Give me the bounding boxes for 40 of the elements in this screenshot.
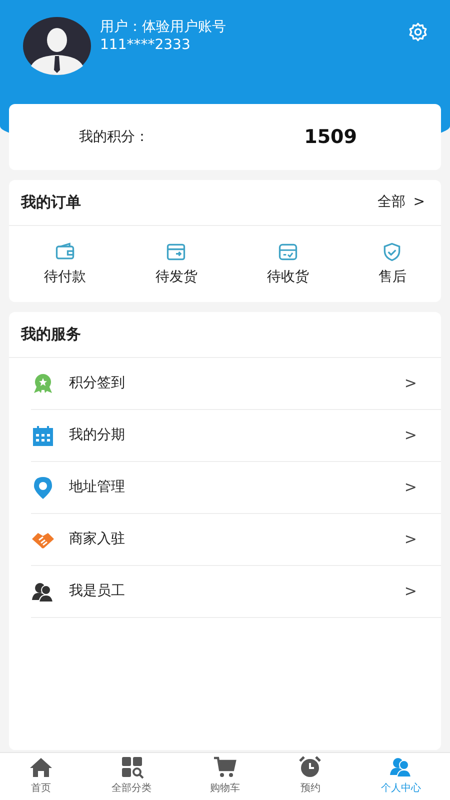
service-label: 商家入驻: [69, 530, 125, 549]
tab-bar-item[interactable]: 首页: [0, 753, 82, 800]
grid-search-icon: [120, 755, 144, 779]
location-pin-icon: [31, 476, 55, 500]
tab-bar-item[interactable]: 全部分类: [82, 753, 181, 800]
order-status-button[interactable]: 待付款: [9, 226, 120, 302]
service-item[interactable]: 我是员工 >: [31, 566, 441, 618]
section-title: 我的订单: [21, 192, 81, 214]
home-icon: [29, 755, 54, 779]
service-item[interactable]: 地址管理 >: [31, 462, 441, 514]
service-label: 我是员工: [69, 582, 125, 601]
chevron-icon: >: [404, 476, 417, 499]
service-label: 积分签到: [69, 374, 125, 393]
service-item[interactable]: 商家入驻 >: [31, 514, 441, 566]
order-status-button[interactable]: 售后: [344, 226, 441, 302]
service-item[interactable]: 积分签到 >: [31, 358, 441, 410]
alarm-clock-icon: [298, 755, 322, 779]
chevron-icon: >: [404, 424, 417, 447]
chevron-icon: >: [404, 372, 417, 395]
section-title: 我的服务: [21, 324, 81, 346]
tab-bar-item[interactable]: 预约: [269, 753, 352, 800]
people-icon: [388, 755, 413, 779]
calendar-icon: [31, 424, 55, 448]
points-value: 1509: [304, 124, 357, 150]
all-orders-link[interactable]: 全部 >: [377, 192, 425, 213]
cart-icon: [213, 755, 238, 779]
avatar: [22, 16, 92, 76]
service-label: 我的分期: [69, 426, 125, 445]
settings-icon[interactable]: [408, 22, 428, 42]
medal-icon: [31, 372, 55, 396]
tab-bar-item[interactable]: 购物车: [180, 753, 270, 800]
points-label: 我的积分：: [79, 128, 149, 146]
service-label: 地址管理: [69, 478, 125, 497]
user-name: 用户：体验用户账号: [100, 18, 226, 36]
order-status-button[interactable]: 待发货: [120, 226, 232, 302]
order-status-button[interactable]: 待收货: [232, 226, 344, 302]
service-item[interactable]: 我的分期 >: [31, 410, 441, 462]
chevron-icon: >: [404, 580, 417, 603]
phone-number: 111****2333: [100, 36, 192, 54]
chevron-icon: >: [404, 528, 417, 551]
